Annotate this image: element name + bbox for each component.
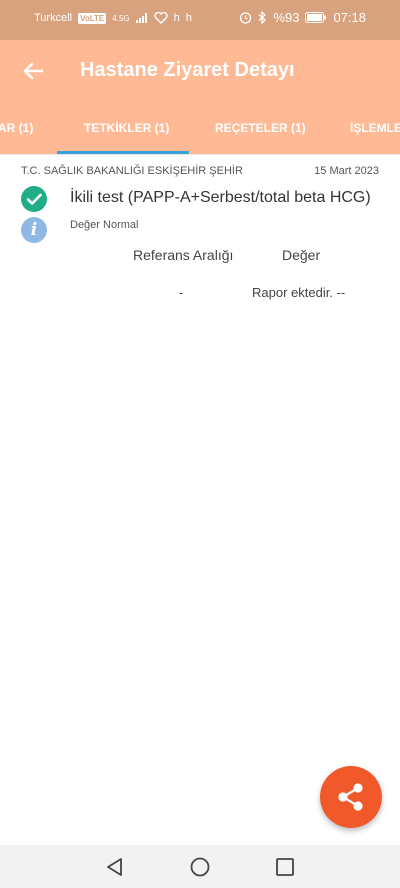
- alarm-icon: [240, 12, 252, 24]
- nav-recents-icon[interactable]: [273, 855, 297, 879]
- tab-previous[interactable]: AR (1): [0, 121, 33, 135]
- volte-badge: VoLTE: [78, 12, 107, 24]
- result-status-note: Değer Normal: [70, 219, 139, 231]
- tab-tetkikler[interactable]: TETKİKLER (1): [84, 121, 169, 135]
- result-value: Rapor ektedir. --: [252, 285, 346, 300]
- status-bar: Turkcell VoLTE 4.5G h h %93 07:18: [0, 0, 400, 40]
- tab-bar: AR (1) TETKİKLER (1) REÇETELER (1) İŞLEM…: [0, 102, 400, 155]
- share-icon: [338, 783, 363, 811]
- clock: 07:18: [333, 10, 366, 25]
- back-arrow-icon[interactable]: [18, 56, 48, 86]
- check-circle-icon: [21, 186, 47, 212]
- tab-receteler[interactable]: REÇETELER (1): [215, 121, 306, 135]
- reference-range-value: -: [179, 285, 184, 300]
- tab-islemler[interactable]: İŞLEMLER: [350, 121, 400, 135]
- value-header: Değer: [282, 247, 321, 263]
- network-label: 4.5G: [112, 13, 130, 23]
- app-bar: Hastane Ziyaret Detayı: [0, 40, 400, 102]
- battery-icon: [305, 12, 327, 23]
- nav-back-icon[interactable]: [103, 855, 127, 879]
- status-left: Turkcell VoLTE 4.5G h h: [34, 12, 192, 24]
- visit-date: 15 Mart 2023: [314, 165, 379, 177]
- carrier-label: Turkcell: [34, 12, 73, 24]
- heart-icon: [153, 12, 168, 24]
- test-name: İkili test (PAPP-A+Serbest/total beta HC…: [70, 189, 371, 206]
- info-icon: i: [21, 217, 47, 243]
- reference-range-header: Referans Aralığı: [133, 247, 234, 263]
- status-h2: h: [185, 12, 192, 24]
- active-tab-indicator: [57, 151, 189, 154]
- battery-percent: %93: [273, 10, 300, 25]
- bluetooth-icon: [259, 11, 267, 24]
- nav-home-icon[interactable]: [188, 855, 212, 879]
- signal-icon: [135, 13, 147, 23]
- share-button[interactable]: [320, 766, 382, 828]
- hospital-name: T.C. SAĞLIK BAKANLIĞI ESKİŞEHİR ŞEHİR: [21, 165, 243, 177]
- page-title: Hastane Ziyaret Detayı: [80, 59, 295, 81]
- status-right: %93 07:18: [239, 10, 366, 25]
- system-nav-bar: [0, 845, 400, 888]
- status-h1: h: [173, 12, 180, 24]
